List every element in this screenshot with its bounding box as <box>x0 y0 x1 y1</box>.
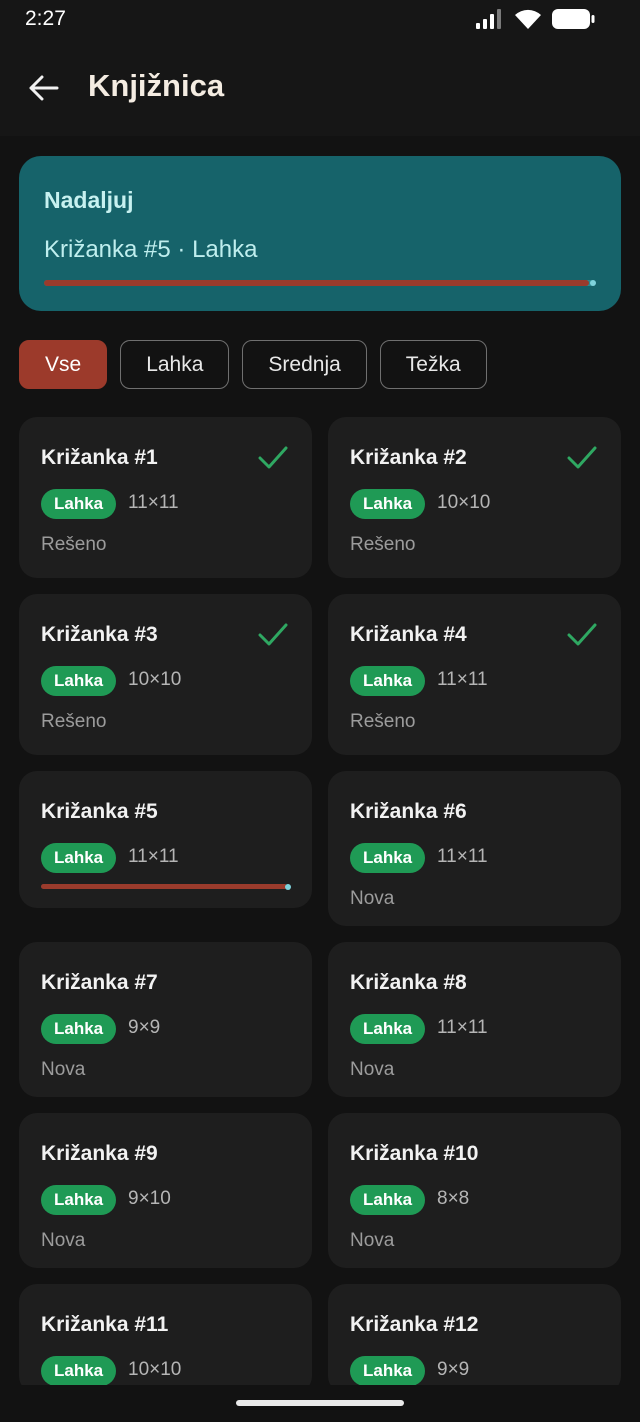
grid-size: 9×10 <box>128 1188 171 1209</box>
puzzle-title: Križanka #4 <box>350 623 467 646</box>
grid-size: 8×8 <box>437 1188 470 1209</box>
status-icons <box>476 8 596 30</box>
puzzle-title: Križanka #11 <box>41 1313 169 1336</box>
difficulty-badge: Lahka <box>350 489 426 519</box>
app-bar: Knjižnica <box>0 40 640 136</box>
puzzle-title: Križanka #2 <box>350 446 467 469</box>
status-bar: 2:27 <box>0 0 640 40</box>
puzzle-card[interactable]: Križanka #1 Lahka 11×11 Rešeno <box>19 417 312 578</box>
check-icon <box>567 623 597 646</box>
difficulty-badge: Lahka <box>350 843 426 873</box>
puzzle-status: Nova <box>350 1230 395 1251</box>
grid-size: 10×10 <box>437 492 491 513</box>
puzzle-card[interactable]: Križanka #10 Lahka 8×8 Nova <box>328 1113 621 1268</box>
puzzle-status: Rešeno <box>41 711 107 732</box>
grid-size: 11×11 <box>437 669 488 690</box>
battery-icon <box>552 9 595 29</box>
grid-size: 9×9 <box>128 1017 161 1038</box>
difficulty-badge: Lahka <box>41 1185 117 1215</box>
difficulty-badge: Lahka <box>41 1356 117 1386</box>
puzzle-status: Rešeno <box>350 534 416 555</box>
difficulty-badge: Lahka <box>350 1356 426 1386</box>
grid-size: 9×9 <box>437 1359 470 1380</box>
grid-size: 11×11 <box>128 846 179 867</box>
puzzle-status: Nova <box>350 888 395 909</box>
signal-icon <box>476 9 501 29</box>
filter-chip-hard[interactable]: Težka <box>379 340 487 389</box>
puzzle-progress-fill <box>41 884 287 889</box>
puzzle-card[interactable]: Križanka #8 Lahka 11×11 Nova <box>328 942 621 1097</box>
puzzle-card[interactable]: Križanka #12 Lahka 9×9 <box>328 1284 621 1394</box>
puzzle-card[interactable]: Križanka #7 Lahka 9×9 Nova <box>19 942 312 1097</box>
puzzle-title: Križanka #5 <box>41 800 158 823</box>
difficulty-badge: Lahka <box>350 1185 426 1215</box>
difficulty-badge: Lahka <box>350 1014 426 1044</box>
difficulty-badge: Lahka <box>41 489 117 519</box>
grid-size: 11×11 <box>437 1017 488 1038</box>
puzzle-title: Križanka #9 <box>41 1142 158 1165</box>
puzzle-title: Križanka #8 <box>350 971 467 994</box>
puzzle-card[interactable]: Križanka #3 Lahka 10×10 Rešeno <box>19 594 312 755</box>
filter-chip-medium[interactable]: Srednja <box>242 340 367 389</box>
puzzle-progress-bar <box>41 884 291 890</box>
back-button[interactable] <box>18 62 70 114</box>
difficulty-badge: Lahka <box>41 843 117 873</box>
puzzle-card[interactable]: Križanka #5 Lahka 11×11 <box>19 771 312 908</box>
check-icon <box>258 623 288 646</box>
difficulty-badge: Lahka <box>41 1014 117 1044</box>
grid-size: 10×10 <box>128 1359 182 1380</box>
filter-chip-all[interactable]: Vse <box>19 340 108 389</box>
grid-size: 11×11 <box>437 846 488 867</box>
puzzle-card[interactable]: Križanka #9 Lahka 9×10 Nova <box>19 1113 312 1268</box>
page-title: Knjižnica <box>88 68 225 103</box>
arrow-left-icon <box>29 75 59 101</box>
continue-progress-bar <box>44 280 596 286</box>
gesture-bar[interactable] <box>236 1400 404 1406</box>
puzzle-status: Rešeno <box>41 534 107 555</box>
continue-card[interactable]: Nadaljuj Križanka #5 · Lahka <box>19 156 621 311</box>
puzzle-card[interactable]: Križanka #2 Lahka 10×10 Rešeno <box>328 417 621 578</box>
check-icon <box>258 446 288 469</box>
continue-title: Križanka #5 · Lahka <box>44 236 258 263</box>
puzzle-card[interactable]: Križanka #4 Lahka 11×11 Rešeno <box>328 594 621 755</box>
status-time: 2:27 <box>25 7 66 30</box>
puzzle-status: Rešeno <box>350 711 416 732</box>
puzzle-title: Križanka #1 <box>41 446 158 469</box>
wifi-icon <box>515 9 541 29</box>
difficulty-badge: Lahka <box>350 666 426 696</box>
puzzle-title: Križanka #3 <box>41 623 158 646</box>
puzzle-card[interactable]: Križanka #6 Lahka 11×11 Nova <box>328 771 621 926</box>
continue-label: Nadaljuj <box>44 187 134 213</box>
puzzle-title: Križanka #6 <box>350 800 467 823</box>
filter-chip-easy[interactable]: Lahka <box>120 340 230 389</box>
difficulty-badge: Lahka <box>41 666 117 696</box>
grid-size: 11×11 <box>128 492 179 513</box>
puzzle-status: Nova <box>41 1059 86 1080</box>
puzzle-title: Križanka #10 <box>350 1142 479 1165</box>
puzzle-status: Nova <box>350 1059 395 1080</box>
continue-progress-fill <box>44 280 589 286</box>
puzzle-progress-dot <box>285 884 291 890</box>
check-icon <box>567 446 597 469</box>
filter-chips: Vse Lahka Srednja Težka <box>19 340 487 389</box>
puzzle-title: Križanka #7 <box>41 971 158 994</box>
continue-progress-dot <box>590 280 596 286</box>
grid-size: 10×10 <box>128 669 182 690</box>
puzzle-status: Nova <box>41 1230 86 1251</box>
puzzle-title: Križanka #12 <box>350 1313 479 1336</box>
puzzle-card[interactable]: Križanka #11 Lahka 10×10 <box>19 1284 312 1394</box>
